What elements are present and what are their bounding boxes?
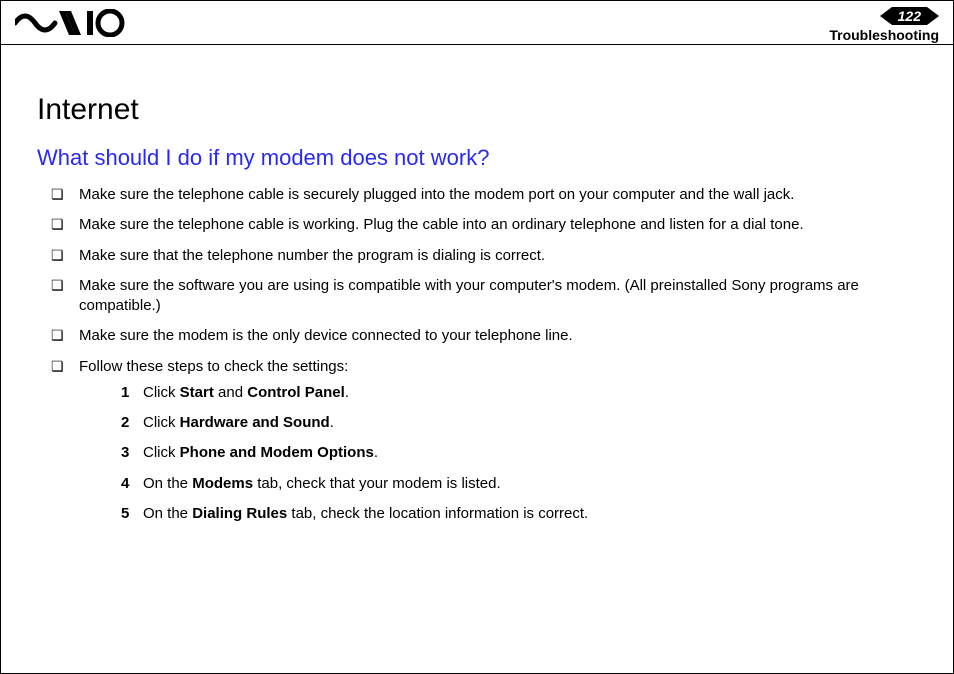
list-item: Make sure that the telephone number the … xyxy=(51,246,917,266)
step-number: 1 xyxy=(121,383,129,403)
list-item: Make sure the modem is the only device c… xyxy=(51,326,917,346)
vaio-logo xyxy=(15,9,125,37)
step-item: 3 Click Phone and Modem Options. xyxy=(121,443,917,463)
vaio-logo-svg xyxy=(15,9,125,37)
step-number: 5 xyxy=(121,504,129,524)
steps-list: 1 Click Start and Control Panel. 2 Click… xyxy=(79,383,917,524)
step-item: 1 Click Start and Control Panel. xyxy=(121,383,917,403)
prev-page-arrow-icon[interactable] xyxy=(880,7,892,25)
question-heading: What should I do if my modem does not wo… xyxy=(37,145,917,171)
page-number: 122 xyxy=(892,7,927,25)
page: 122 Troubleshooting Internet What should… xyxy=(0,0,954,674)
step-item: 2 Click Hardware and Sound. xyxy=(121,413,917,433)
list-item-text: Follow these steps to check the settings… xyxy=(79,358,348,375)
list-item: Follow these steps to check the settings… xyxy=(51,357,917,525)
step-number: 2 xyxy=(121,413,129,433)
step-number: 3 xyxy=(121,443,129,463)
step-text: Click Phone and Modem Options. xyxy=(143,444,378,461)
next-page-arrow-icon[interactable] xyxy=(927,7,939,25)
list-item: Make sure the telephone cable is working… xyxy=(51,215,917,235)
step-text: On the Dialing Rules tab, check the loca… xyxy=(143,505,588,522)
step-item: 5 On the Dialing Rules tab, check the lo… xyxy=(121,504,917,524)
step-item: 4 On the Modems tab, check that your mod… xyxy=(121,474,917,494)
bullet-list: Make sure the telephone cable is securel… xyxy=(37,185,917,524)
content: Internet What should I do if my modem do… xyxy=(1,45,953,524)
step-number: 4 xyxy=(121,474,129,494)
page-number-band: 122 xyxy=(829,7,939,25)
section-label: Troubleshooting xyxy=(829,27,939,43)
list-item: Make sure the telephone cable is securel… xyxy=(51,185,917,205)
step-text: Click Hardware and Sound. xyxy=(143,414,334,431)
header-right: 122 Troubleshooting xyxy=(829,7,939,43)
page-title: Internet xyxy=(37,93,917,127)
header: 122 Troubleshooting xyxy=(1,1,953,45)
step-text: On the Modems tab, check that your modem… xyxy=(143,475,501,492)
list-item: Make sure the software you are using is … xyxy=(51,276,917,317)
step-text: Click Start and Control Panel. xyxy=(143,384,349,401)
